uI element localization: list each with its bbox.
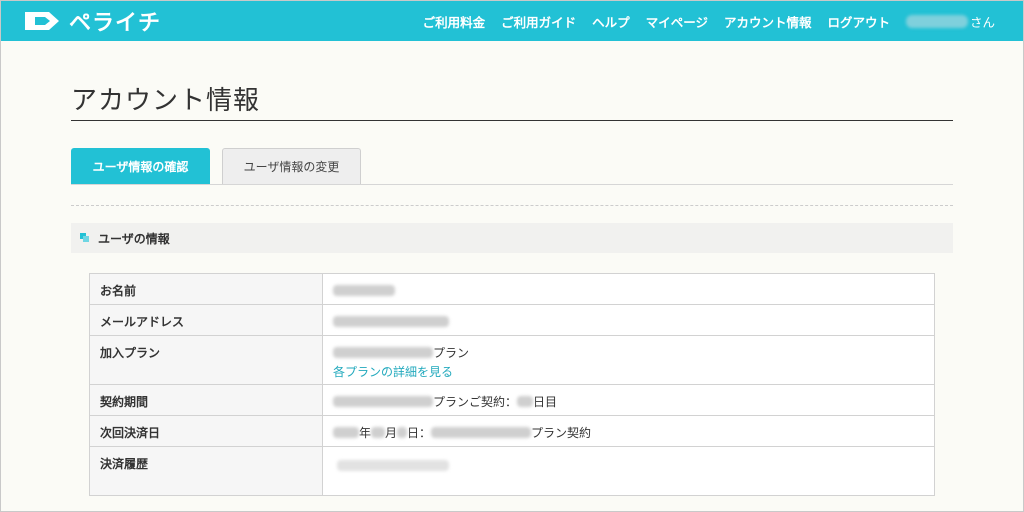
nav-account-link[interactable]: アカウント情報 [724,12,812,31]
year-label: 年 [359,425,372,440]
month-label: 月 [385,425,398,440]
section-title: ユーザの情報 [98,231,170,246]
row-value [322,273,935,305]
redacted-year [333,426,359,438]
top-navigation-bar: ペライチ ご利用料金 ご利用ガイド ヘルプ マイページ アカウント情報 ログアウ… [1,1,1023,41]
nav-help-link[interactable]: ヘルプ [592,12,630,31]
redacted-email [333,315,449,327]
logo[interactable]: ペライチ [23,8,162,36]
redacted-name [333,284,395,296]
table-row: 決済履歴 [89,446,935,496]
redacted-month [371,426,386,438]
redacted-username [905,14,968,28]
tab-view-user-info[interactable]: ユーザ情報の確認 [71,148,210,184]
dashed-divider [71,205,953,206]
user-info-table: お名前 メールアドレス 加入プラン プラン 各プランの詳細を見る 契約期間 プラ… [89,273,935,496]
user-greeting: さん [905,12,995,31]
redacted-plan-name [431,426,532,438]
row-label: メールアドレス [89,304,323,336]
table-row: お名前 [89,273,935,305]
nav-pricing-link[interactable]: ご利用料金 [423,12,486,31]
user-suffix: さん [969,14,995,30]
table-row: 契約期間 プランご契約： 日目 [89,384,935,416]
table-row: メールアドレス [89,304,935,336]
row-value [322,304,935,336]
row-label: 決済履歴 [89,446,323,496]
title-divider [71,120,953,121]
plan-details-link[interactable]: 各プランの詳細を見る [333,363,924,380]
section-header: ユーザの情報 [71,223,953,253]
row-value: 年 月 日： プラン契約 [322,415,935,447]
contract-text: プランご契約： [433,394,518,409]
row-value: プランご契約： 日目 [322,384,935,416]
redacted-plan-name [333,346,433,358]
squares-icon [80,233,90,243]
redacted-days [517,395,534,407]
header-nav: ご利用料金 ご利用ガイド ヘルプ マイページ アカウント情報 ログアウト さん [407,1,995,41]
page-title: アカウント情報 [71,86,261,116]
redacted-day [397,426,408,438]
plan-contract-suffix: プラン契約 [531,425,592,440]
days-suffix: 日目 [533,394,558,409]
plan-suffix: プラン [433,345,470,360]
table-row: 加入プラン プラン 各プランの詳細を見る [89,335,935,385]
row-label: 加入プラン [89,335,323,385]
row-label: 次回決済日 [89,415,323,447]
nav-mypage-link[interactable]: マイページ [646,12,708,31]
day-label: 日： [407,425,432,440]
row-label: 契約期間 [89,384,323,416]
tab-bar: ユーザ情報の確認 ユーザ情報の変更 [71,148,361,184]
redacted-plan-name [333,395,433,407]
row-value [322,446,935,496]
redacted-payment-history [337,459,449,471]
tab-edit-user-info[interactable]: ユーザ情報の変更 [222,148,361,184]
logo-text: ペライチ [69,11,162,36]
table-row: 次回決済日 年 月 日： プラン契約 [89,415,935,447]
logo-icon [25,12,59,30]
tab-divider [71,184,953,185]
row-value: プラン 各プランの詳細を見る [322,335,935,385]
nav-guide-link[interactable]: ご利用ガイド [501,12,576,31]
nav-logout-link[interactable]: ログアウト [827,12,890,31]
row-label: お名前 [89,273,323,305]
